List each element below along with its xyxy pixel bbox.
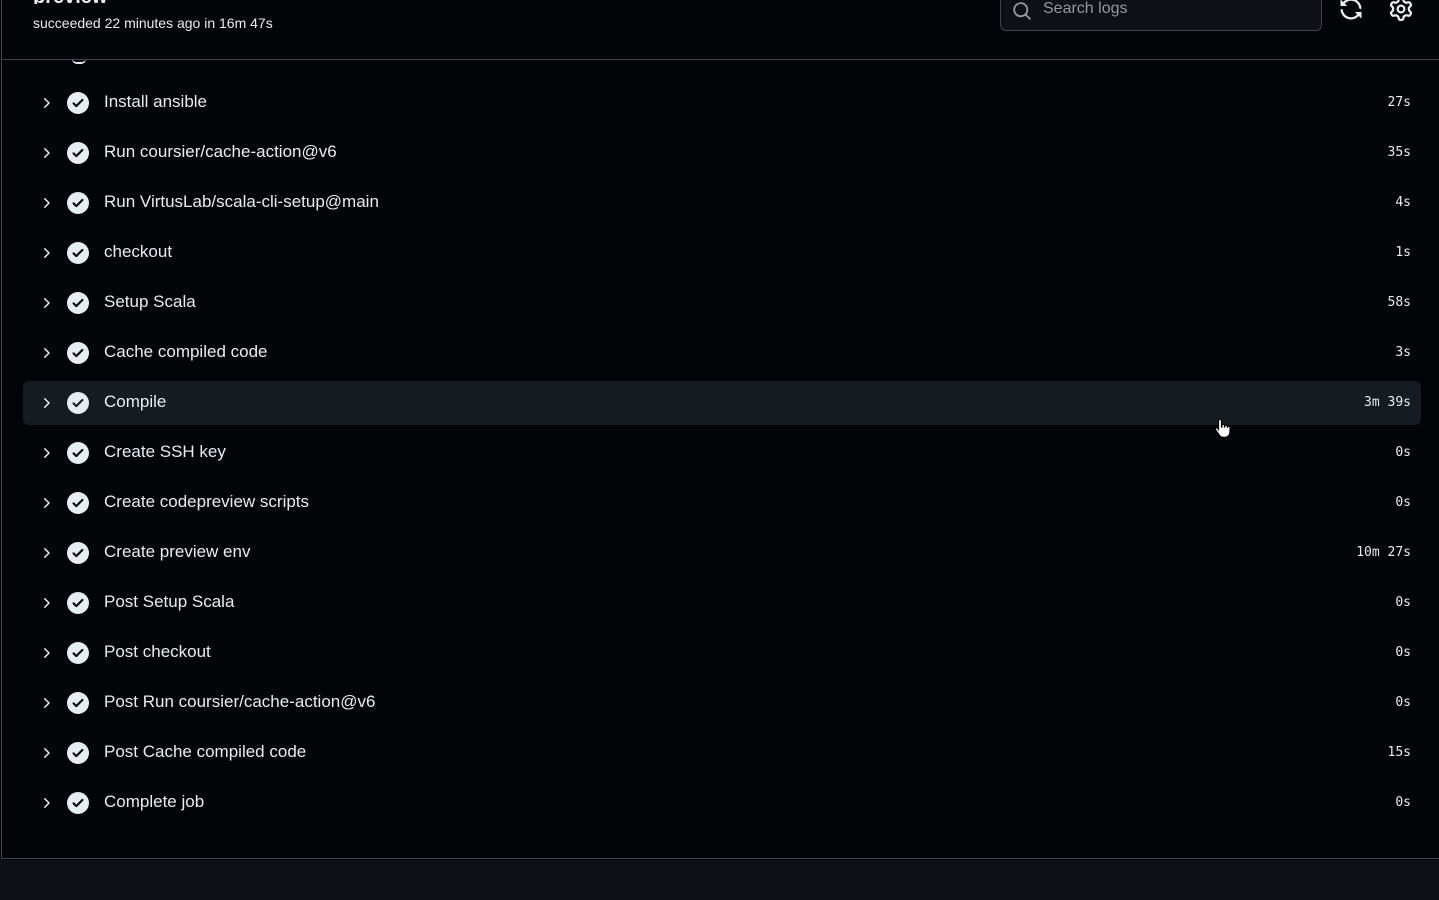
chevron-right-icon[interactable] [38, 195, 54, 211]
step-row[interactable]: Compile 3m 39s [23, 381, 1421, 425]
step-name: Compile [104, 392, 167, 411]
chevron-right-icon[interactable] [38, 245, 54, 261]
check-circle-fill-icon [67, 592, 89, 614]
chevron-right-icon[interactable] [38, 695, 54, 711]
step-duration: 1s [1395, 245, 1411, 260]
step-row[interactable]: Create codepreview scripts 0s [23, 481, 1421, 525]
step-duration: 0s [1395, 595, 1411, 610]
chevron-right-icon[interactable] [38, 595, 54, 611]
step-row[interactable]: Run coursier/cache-action@v6 35s [23, 131, 1421, 175]
chevron-right-icon[interactable] [38, 795, 54, 811]
sync-icon[interactable] [1339, 0, 1363, 21]
step-row[interactable]: Create SSH key 0s [23, 431, 1421, 475]
check-circle-fill-icon [67, 692, 89, 714]
step-row[interactable]: checkout 1s [23, 231, 1421, 275]
step-name: Run coursier/cache-action@v6 [104, 142, 337, 161]
step-name: Install ansible [104, 92, 208, 111]
step-duration: 3m 39s [1364, 395, 1411, 410]
chevron-right-icon[interactable] [38, 145, 54, 161]
step-name: Post Cache compiled code [104, 742, 307, 761]
step-row[interactable]: Complete job 0s [23, 781, 1421, 825]
step-name: Post Run coursier/cache-action@v6 [104, 692, 376, 711]
step-row[interactable]: Post Setup Scala 0s [23, 581, 1421, 625]
step-row[interactable]: Post checkout 0s [23, 631, 1421, 675]
chevron-right-icon[interactable] [38, 295, 54, 311]
chevron-right-icon[interactable] [38, 545, 54, 561]
check-circle-fill-icon [67, 242, 89, 264]
check-circle-fill-icon [67, 642, 89, 664]
step-name: Create preview env [104, 542, 251, 561]
step-name: Cache compiled code [104, 342, 268, 361]
step-duration: 3s [1395, 345, 1411, 360]
step-duration: 58s [1387, 295, 1411, 310]
step-name: Post checkout [104, 642, 211, 661]
step-name: checkout [104, 242, 173, 261]
step-name: Complete job [104, 792, 205, 811]
chevron-right-icon[interactable] [38, 345, 54, 361]
check-circle-fill-icon [67, 192, 89, 214]
job-header: preview succeeded 22 minutes ago in 16m … [2, 0, 1439, 60]
step-row[interactable]: Setup Scala 58s [23, 281, 1421, 325]
search-icon [1013, 2, 1031, 20]
chevron-right-icon[interactable] [38, 645, 54, 661]
chevron-right-icon[interactable] [38, 445, 54, 461]
check-circle-fill-icon [67, 492, 89, 514]
step-name: Post Setup Scala [104, 592, 235, 611]
check-circle-fill-icon [67, 742, 89, 764]
step-duration: 0s [1395, 695, 1411, 710]
step-row[interactable]: Create preview env 10m 27s [23, 531, 1421, 575]
check-circle-fill-icon [67, 92, 89, 114]
step-row[interactable]: Run VirtusLab/scala-cli-setup@main 4s [23, 181, 1421, 225]
check-circle-fill-icon [67, 142, 89, 164]
check-circle-fill-icon [67, 392, 89, 414]
step-row[interactable]: Cache compiled code 3s [23, 331, 1421, 375]
chevron-right-icon[interactable] [38, 745, 54, 761]
chevron-right-icon[interactable] [38, 95, 54, 111]
step-name: Create codepreview scripts [104, 492, 310, 511]
job-status: succeeded 22 minutes ago in 16m 47s [33, 15, 273, 31]
search-logs-input[interactable] [1041, 0, 1315, 21]
step-row[interactable]: Install ansible 27s [23, 81, 1421, 125]
chevron-right-icon[interactable] [38, 495, 54, 511]
partial-step-icon [72, 59, 86, 64]
chevron-right-icon[interactable] [38, 395, 54, 411]
step-name: Setup Scala [104, 292, 196, 311]
step-row[interactable]: Post Run coursier/cache-action@v6 0s [23, 681, 1421, 725]
pointer-cursor-icon [1214, 418, 1231, 438]
check-circle-fill-icon [67, 442, 89, 464]
job-title: preview [33, 0, 107, 4]
step-duration: 0s [1395, 495, 1411, 510]
check-circle-fill-icon [67, 342, 89, 364]
step-duration: 0s [1395, 645, 1411, 660]
page-background [0, 860, 1439, 900]
step-row[interactable]: Post Cache compiled code 15s [23, 731, 1421, 775]
step-duration: 0s [1395, 445, 1411, 460]
gear-icon[interactable] [1389, 0, 1413, 21]
check-circle-fill-icon [67, 542, 89, 564]
search-logs-field[interactable] [1000, 0, 1322, 31]
step-duration: 4s [1395, 195, 1411, 210]
step-duration: 27s [1387, 95, 1411, 110]
step-duration: 35s [1387, 145, 1411, 160]
step-name: Run VirtusLab/scala-cli-setup@main [104, 192, 379, 211]
check-circle-fill-icon [67, 792, 89, 814]
step-duration: 10m 27s [1356, 545, 1411, 560]
step-duration: 15s [1387, 745, 1411, 760]
step-duration: 0s [1395, 795, 1411, 810]
check-circle-fill-icon [67, 292, 89, 314]
step-name: Create SSH key [104, 442, 226, 461]
